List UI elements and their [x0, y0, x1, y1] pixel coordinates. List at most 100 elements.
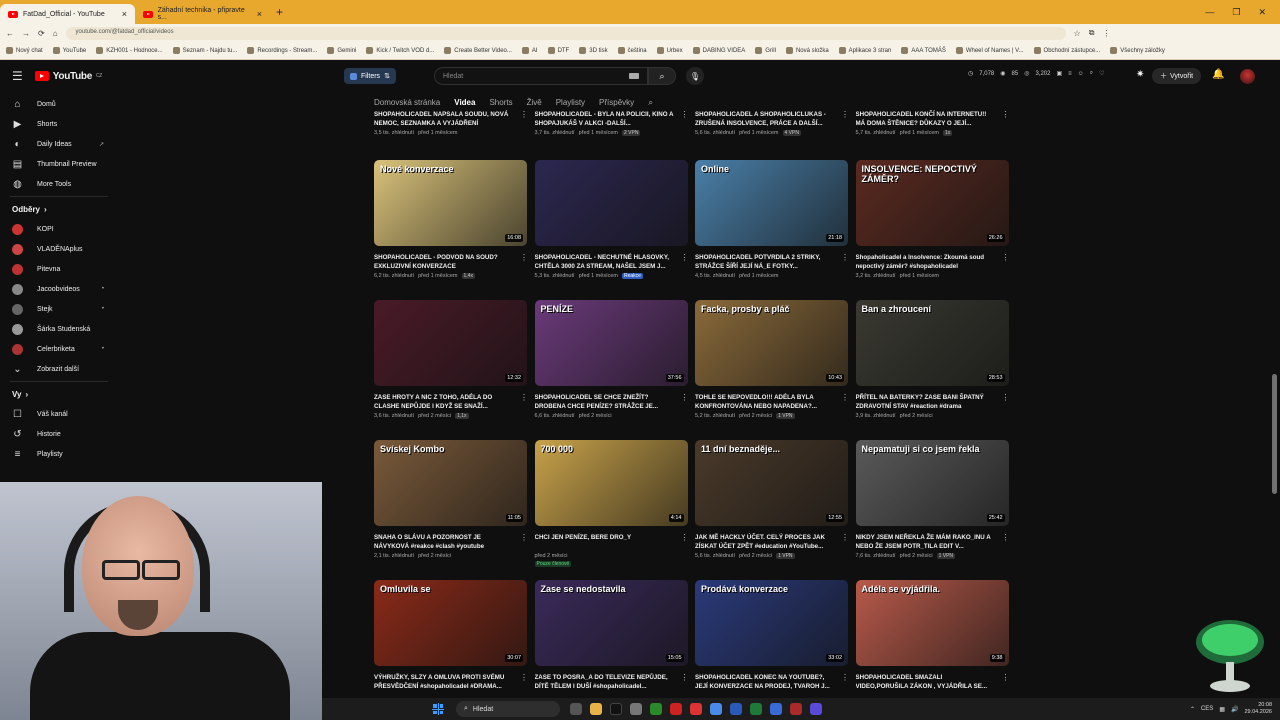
video-card[interactable]: Ban a zhroucení 28:53 PŘÍTEL NA BATERKY? Z…: [855, 300, 1010, 419]
video-options-icon[interactable]: ⋮: [681, 393, 689, 402]
chrome-icon[interactable]: [710, 703, 722, 715]
show-more-button[interactable]: ⌄ Zobrazit další: [0, 359, 118, 379]
video-card[interactable]: Facka, prosby a pláč 10:43 TOHLE SE NEPOVE…: [695, 300, 849, 419]
video-card[interactable]: Nové konverzace 16:08 SHOPAHOLICADEL - POD…: [374, 160, 528, 279]
subscriptions-header[interactable]: Odběry ›: [0, 199, 118, 219]
page-scrollbar[interactable]: [1271, 94, 1278, 698]
browser-tab-youtube[interactable]: FatDad_Official - YouTube ×: [0, 4, 135, 24]
video-options-icon[interactable]: ⋮: [520, 253, 528, 262]
xbox-icon[interactable]: [650, 703, 662, 715]
close-tab-icon[interactable]: ×: [122, 9, 127, 19]
back-icon[interactable]: ←: [6, 29, 14, 38]
tool-icon[interactable]: ≡: [1068, 71, 1072, 77]
video-options-icon[interactable]: ⋮: [681, 253, 689, 262]
extensions-icon[interactable]: ⧉: [1089, 28, 1095, 38]
youtube-logo[interactable]: YouTube CZ: [34, 71, 102, 82]
video-title[interactable]: SNAHA O SLÁVU A POZORNOST JE NÁVYKOVÁ #r…: [374, 533, 514, 551]
video-options-icon[interactable]: ⋮: [681, 110, 689, 119]
bookmark-item[interactable]: YouTube: [52, 47, 86, 54]
browser-tab-second[interactable]: Záhadní technika - připravte s... ×: [135, 4, 270, 24]
tool-icon[interactable]: ♡: [1099, 70, 1104, 77]
video-thumbnail[interactable]: Prodává konverzace 33:02: [695, 580, 848, 666]
sidebar-item-3[interactable]: ◐ Daily Ideas ↗: [0, 134, 118, 154]
video-card[interactable]: 11 dní beznaděje... 12:55 JAK MĚ HACKLY ÚČ…: [695, 440, 849, 559]
video-card[interactable]: Nepamatuji si co jsem řekla 25:42 NIKDY JS…: [855, 440, 1010, 559]
video-card[interactable]: Svískej Kombo 11:05 SNAHA O SLÁVU A POZORN…: [374, 440, 528, 559]
sidebar-item-4[interactable]: ▤ Thumbnail Preview: [0, 154, 118, 174]
home-icon[interactable]: ⌂: [53, 29, 58, 38]
subscription-item[interactable]: Jacoobvideos •: [0, 279, 118, 299]
opera-icon[interactable]: [690, 703, 702, 715]
video-options-icon[interactable]: ⋮: [681, 673, 689, 682]
excel-icon[interactable]: [750, 703, 762, 715]
network-icon[interactable]: ▦: [1219, 706, 1225, 713]
video-thumbnail[interactable]: Omluvila se 30:07: [374, 580, 527, 666]
menu-icon[interactable]: ⋮: [1102, 29, 1110, 38]
video-title[interactable]: SHOPAHOLICADEL KONEC NA YOUTUBE?, JEJÍ K…: [695, 673, 835, 691]
sidebar-item-you[interactable]: ≡ Playlisty: [0, 444, 118, 464]
subscription-item[interactable]: Pitevna: [0, 259, 118, 279]
new-tab-button[interactable]: +: [276, 5, 283, 19]
reload-icon[interactable]: ⟳: [38, 29, 45, 38]
tray-chevron-icon[interactable]: ⌃: [1190, 706, 1195, 713]
sidebar-item-you[interactable]: ↺ Historie: [0, 424, 118, 444]
app-icon[interactable]: [810, 703, 822, 715]
video-title[interactable]: SHOPAHOLICADEL SMAZALI VIDEO,PORUŠILA ZÁ…: [856, 673, 996, 691]
language-indicator[interactable]: CES: [1201, 706, 1213, 712]
video-options-icon[interactable]: ⋮: [841, 673, 849, 682]
video-options-icon[interactable]: ⋮: [520, 533, 528, 542]
video-card[interactable]: Zase se nedostavila 15:05 ZASE TO POSRA_A …: [534, 580, 689, 693]
video-title[interactable]: SHOPAHOLICADEL A SHOPAHOLICLUKAS - ZRUŠE…: [695, 110, 835, 128]
video-title[interactable]: ZASE TO POSRA_A DO TELEVIZE NEPŮJDE, DÍT…: [535, 673, 675, 691]
video-options-icon[interactable]: ⋮: [841, 393, 849, 402]
subscription-item[interactable]: Celerbriketa •: [0, 339, 118, 359]
video-title[interactable]: JAK MĚ HACKLY ÚČET. CELÝ PROCES JAK ZÍSK…: [695, 533, 835, 551]
bookmark-item[interactable]: Nový chat: [6, 47, 43, 54]
video-title[interactable]: PŘÍTEL NA BATERKY? ZASE BANI ŠPATNÝ ZDRA…: [856, 393, 996, 411]
account-avatar[interactable]: [1240, 69, 1255, 84]
video-thumbnail[interactable]: INSOLVENCE: NEPOCTIVÝ ZÁMĚR? 26:26: [855, 160, 1009, 246]
video-options-icon[interactable]: ⋮: [1002, 533, 1010, 542]
maximize-icon[interactable]: ❐: [1232, 7, 1240, 18]
system-clock[interactable]: 20:08 29.04.2026: [1244, 702, 1272, 716]
sidebar-item-2[interactable]: ▶ Shorts: [0, 114, 118, 134]
video-title[interactable]: SHOPAHOLICADEL - BYLA NA POLICII, KINO A…: [535, 110, 675, 128]
video-card[interactable]: Prodává konverzace 33:02 SHOPAHOLICADEL KO…: [695, 580, 849, 693]
word-icon[interactable]: [770, 703, 782, 715]
video-options-icon[interactable]: ⋮: [1002, 393, 1010, 402]
video-card[interactable]: SHOPAHOLICADEL A SHOPAHOLICLUKAS - ZRUŠE…: [695, 17, 849, 136]
video-options-icon[interactable]: ⋮: [681, 533, 689, 542]
video-title[interactable]: ZASE HROTY A NIC Z TOHO, ADÉLA DO CLASHE…: [374, 393, 514, 411]
create-button[interactable]: ＋ Vytvořit: [1152, 68, 1202, 84]
subscription-item[interactable]: VLADĚNAplus: [0, 239, 118, 259]
bookmark-item[interactable]: KZH001 - Hodnoce...: [96, 47, 163, 54]
video-thumbnail[interactable]: Facka, prosby a pláč 10:43: [695, 300, 848, 386]
video-card[interactable]: Omluvila se 30:07 VÝHRUŽKY, SLZY A OMLUVA …: [374, 580, 528, 693]
tiktok-icon[interactable]: [610, 703, 622, 715]
sidebar-item-5[interactable]: ◍ More Tools: [0, 174, 118, 194]
video-title[interactable]: Shopaholicadel a Insolvence: Zkoumá soud…: [856, 253, 996, 271]
sidebar-item-1[interactable]: ⌂ Domů: [0, 94, 118, 114]
video-thumbnail[interactable]: 700 000 4:14: [534, 440, 688, 526]
video-title[interactable]: NIKDY JSEM NEŘEKLA ŽE MÁM RAKO_INU A NEB…: [856, 533, 996, 551]
video-options-icon[interactable]: ⋮: [841, 533, 849, 542]
video-title[interactable]: SHOPAHOLICADEL SE CHCE ZNEŽÍT? DROBENA C…: [535, 393, 675, 411]
sidebar-item-you[interactable]: ☐ Váš kanál: [0, 404, 118, 424]
video-thumbnail[interactable]: Nepamatuji si co jsem řekla 25:42: [855, 440, 1009, 526]
bookmark-item[interactable]: Všechny záložky: [1110, 47, 1165, 54]
close-tab-icon[interactable]: ×: [257, 9, 262, 19]
video-card[interactable]: INSOLVENCE: NEPOCTIVÝ ZÁMĚR? 26:26 Shopaho…: [855, 160, 1010, 279]
video-card[interactable]: SHOPAHOLICADEL KONČÍ NA INTERNETU!! MÁ D…: [856, 17, 1010, 136]
video-card[interactable]: SHOPAHOLICADEL - NECHUTNÉ HLASOVKY, CHTĚ…: [534, 160, 689, 279]
app-icon[interactable]: [670, 703, 682, 715]
video-options-icon[interactable]: ⋮: [1002, 673, 1010, 682]
video-card[interactable]: 12:32 ZASE HROTY A NIC Z TOHO, ADÉLA DO C…: [374, 300, 528, 419]
volume-icon[interactable]: 🔊: [1231, 706, 1238, 713]
extension-gear-icon[interactable]: ✷: [1136, 69, 1144, 80]
video-thumbnail[interactable]: Nové konverzace 16:08: [374, 160, 527, 246]
tool-icon[interactable]: ▣: [1056, 70, 1062, 77]
video-options-icon[interactable]: ⋮: [841, 253, 849, 262]
bookmark-item[interactable]: Gemini: [327, 47, 356, 54]
close-window-icon[interactable]: ✕: [1258, 7, 1266, 18]
video-thumbnail[interactable]: 12:32: [374, 300, 527, 386]
